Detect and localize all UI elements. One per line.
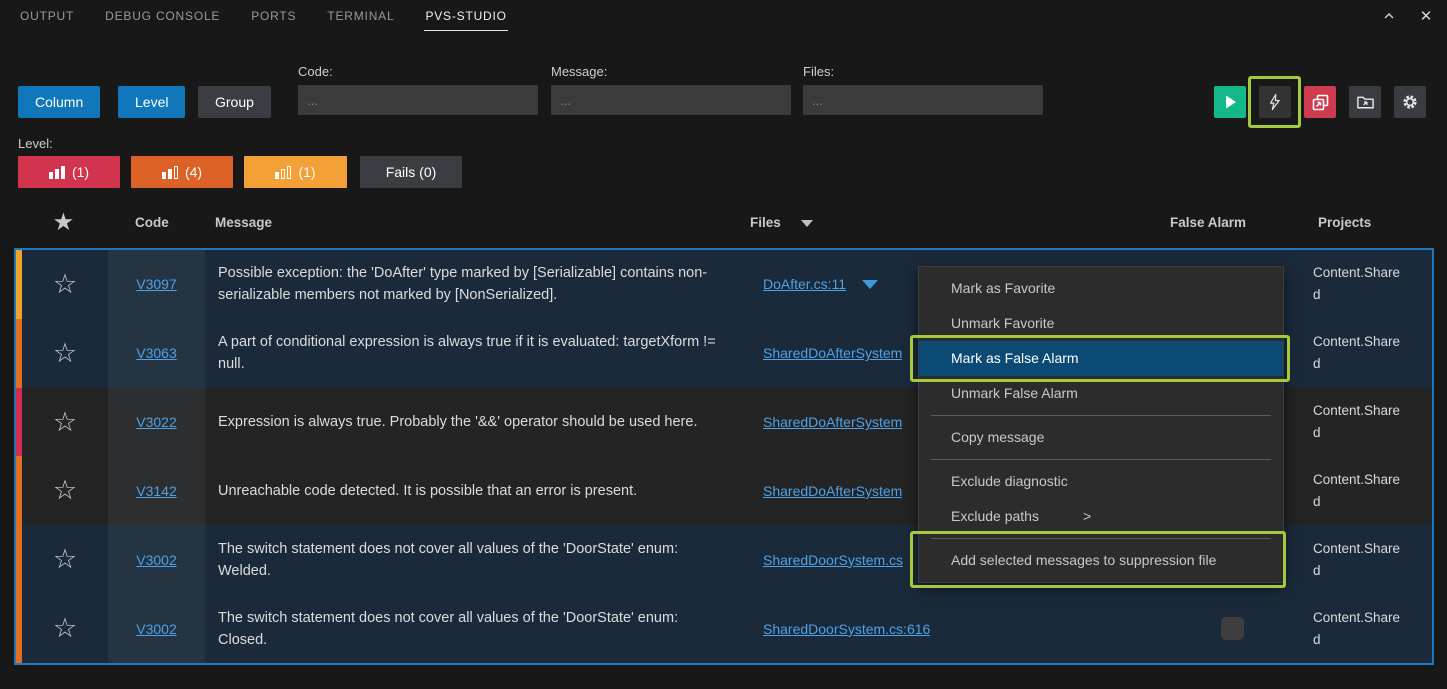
file-link[interactable]: SharedDoorSystem.cs:616 <box>763 621 930 637</box>
files-filter-label: Files: <box>803 64 1043 79</box>
file-link[interactable]: SharedDoAfterSystem <box>763 414 902 430</box>
message-column-header: Message <box>215 215 272 230</box>
level-high-count: (1) <box>72 164 89 180</box>
menu-item-exclude-paths[interactable]: Exclude paths > <box>919 499 1283 534</box>
diagnostic-code-link[interactable]: V3142 <box>136 483 176 499</box>
panel-tab-bar: OUTPUT DEBUG CONSOLE PORTS TERMINAL PVS-… <box>0 0 1447 36</box>
level-medium-badge[interactable]: (4) <box>131 156 233 188</box>
diagnostic-code-link[interactable]: V3002 <box>136 552 176 568</box>
file-link[interactable]: DoAfter.cs:11 <box>763 276 846 292</box>
diagnostic-message: The switch statement does not cover all … <box>205 525 750 594</box>
group-button[interactable]: Group <box>198 86 271 118</box>
projects-column-header: Projects <box>1318 215 1371 230</box>
false-alarm-checkbox[interactable] <box>1221 617 1244 640</box>
chevron-up-icon[interactable] <box>1380 7 1398 25</box>
diagnostic-message: A part of conditional expression is alwa… <box>205 319 750 388</box>
project-name: Content.Shared <box>1313 331 1405 375</box>
tab-pvs-studio[interactable]: PVS-STUDIO <box>424 5 507 31</box>
code-filter-label: Code: <box>298 64 538 79</box>
message-filter: Message: <box>551 64 791 115</box>
submenu-chevron-icon: > <box>1083 499 1091 534</box>
message-filter-label: Message: <box>551 64 791 79</box>
level-high-badge[interactable]: (1) <box>18 156 120 188</box>
files-dropdown-icon[interactable] <box>801 220 813 227</box>
severity-high-icon <box>49 165 65 179</box>
favorite-column-star-icon: ★ <box>54 210 73 235</box>
files-column-label: Files <box>750 215 781 230</box>
menu-item-exclude-paths-label: Exclude paths <box>951 508 1039 524</box>
diagnostic-code-link[interactable]: V3063 <box>136 345 176 361</box>
fails-count: Fails (0) <box>386 164 437 180</box>
lightning-icon <box>1266 93 1284 111</box>
diagnostic-message: Possible exception: the 'DoAfter' type m… <box>205 250 750 319</box>
false-alarm-column-header: False Alarm <box>1170 215 1246 230</box>
files-column-header[interactable]: Files <box>750 215 813 230</box>
play-icon <box>1220 92 1240 112</box>
diagnostic-code-link[interactable]: V3097 <box>136 276 176 292</box>
file-link[interactable]: SharedDoorSystem.cs <box>763 552 903 568</box>
project-name: Content.Shared <box>1313 400 1405 444</box>
quick-analysis-button[interactable] <box>1259 86 1291 118</box>
severity-medium-icon <box>162 165 178 179</box>
tab-output[interactable]: OUTPUT <box>19 5 75 31</box>
level-filter-label: Level: <box>18 136 53 151</box>
code-filter: Code: <box>298 64 538 115</box>
menu-item-unmark-favorite[interactable]: Unmark Favorite <box>919 306 1283 341</box>
menu-item-unmark-false-alarm[interactable]: Unmark False Alarm <box>919 376 1283 411</box>
code-filter-input[interactable] <box>298 85 538 115</box>
diagnostic-message: Unreachable code detected. It is possibl… <box>205 456 750 525</box>
favorite-star-icon[interactable]: ☆ <box>53 271 77 298</box>
message-filter-input[interactable] <box>551 85 791 115</box>
level-low-count: (1) <box>298 164 315 180</box>
level-low-badge[interactable]: (1) <box>244 156 347 188</box>
suppression-button[interactable] <box>1304 86 1336 118</box>
context-menu: Mark as Favorite Unmark Favorite Mark as… <box>918 266 1284 583</box>
level-button[interactable]: Level <box>118 86 185 118</box>
project-name: Content.Shared <box>1313 607 1405 651</box>
column-button[interactable]: Column <box>18 86 100 118</box>
close-icon[interactable]: ✕ <box>1417 7 1435 25</box>
project-name: Content.Shared <box>1313 262 1405 306</box>
project-name: Content.Shared <box>1313 538 1405 582</box>
file-link[interactable]: SharedDoAfterSystem <box>763 345 902 361</box>
table-header: ★ Code Message Files False Alarm Project… <box>0 200 1447 248</box>
favorite-star-icon[interactable]: ☆ <box>53 409 77 436</box>
project-name: Content.Shared <box>1313 469 1405 513</box>
favorite-star-icon[interactable]: ☆ <box>53 546 77 573</box>
menu-separator <box>931 415 1271 416</box>
favorite-star-icon[interactable]: ☆ <box>53 615 77 642</box>
open-folder-icon <box>1356 93 1375 112</box>
diagnostic-message: The switch statement does not cover all … <box>205 594 750 663</box>
files-filter: Files: <box>803 64 1043 115</box>
menu-item-mark-favorite[interactable]: Mark as Favorite <box>919 271 1283 306</box>
tab-debug-console[interactable]: DEBUG CONSOLE <box>104 5 221 31</box>
level-medium-count: (4) <box>185 164 202 180</box>
menu-item-exclude-diagnostic[interactable]: Exclude diagnostic <box>919 464 1283 499</box>
files-filter-input[interactable] <box>803 85 1043 115</box>
menu-item-mark-false-alarm[interactable]: Mark as False Alarm <box>919 341 1283 376</box>
file-link[interactable]: SharedDoAfterSystem <box>763 483 902 499</box>
run-analysis-button[interactable] <box>1214 86 1246 118</box>
diagnostic-message: Expression is always true. Probably the … <box>205 388 750 457</box>
diagnostic-code-link[interactable]: V3002 <box>136 621 176 637</box>
settings-button[interactable] <box>1394 86 1426 118</box>
file-dropdown-icon[interactable] <box>862 280 878 289</box>
tab-ports[interactable]: PORTS <box>250 5 297 31</box>
menu-separator <box>931 459 1271 460</box>
menu-item-copy-message[interactable]: Copy message <box>919 420 1283 455</box>
severity-low-icon <box>275 165 291 179</box>
favorite-star-icon[interactable]: ☆ <box>53 477 77 504</box>
code-column-header: Code <box>135 215 169 230</box>
menu-item-add-to-suppression-file[interactable]: Add selected messages to suppression fil… <box>919 543 1283 578</box>
menu-separator <box>931 538 1271 539</box>
fails-badge[interactable]: Fails (0) <box>360 156 462 188</box>
gear-icon <box>1400 92 1420 112</box>
diagnostic-code-link[interactable]: V3022 <box>136 414 176 430</box>
suppression-files-icon <box>1311 93 1330 112</box>
table-row[interactable]: ☆ V3002 The switch statement does not co… <box>16 594 1432 663</box>
favorite-star-icon[interactable]: ☆ <box>53 340 77 367</box>
tab-terminal[interactable]: TERMINAL <box>326 5 395 31</box>
open-report-button[interactable] <box>1349 86 1381 118</box>
